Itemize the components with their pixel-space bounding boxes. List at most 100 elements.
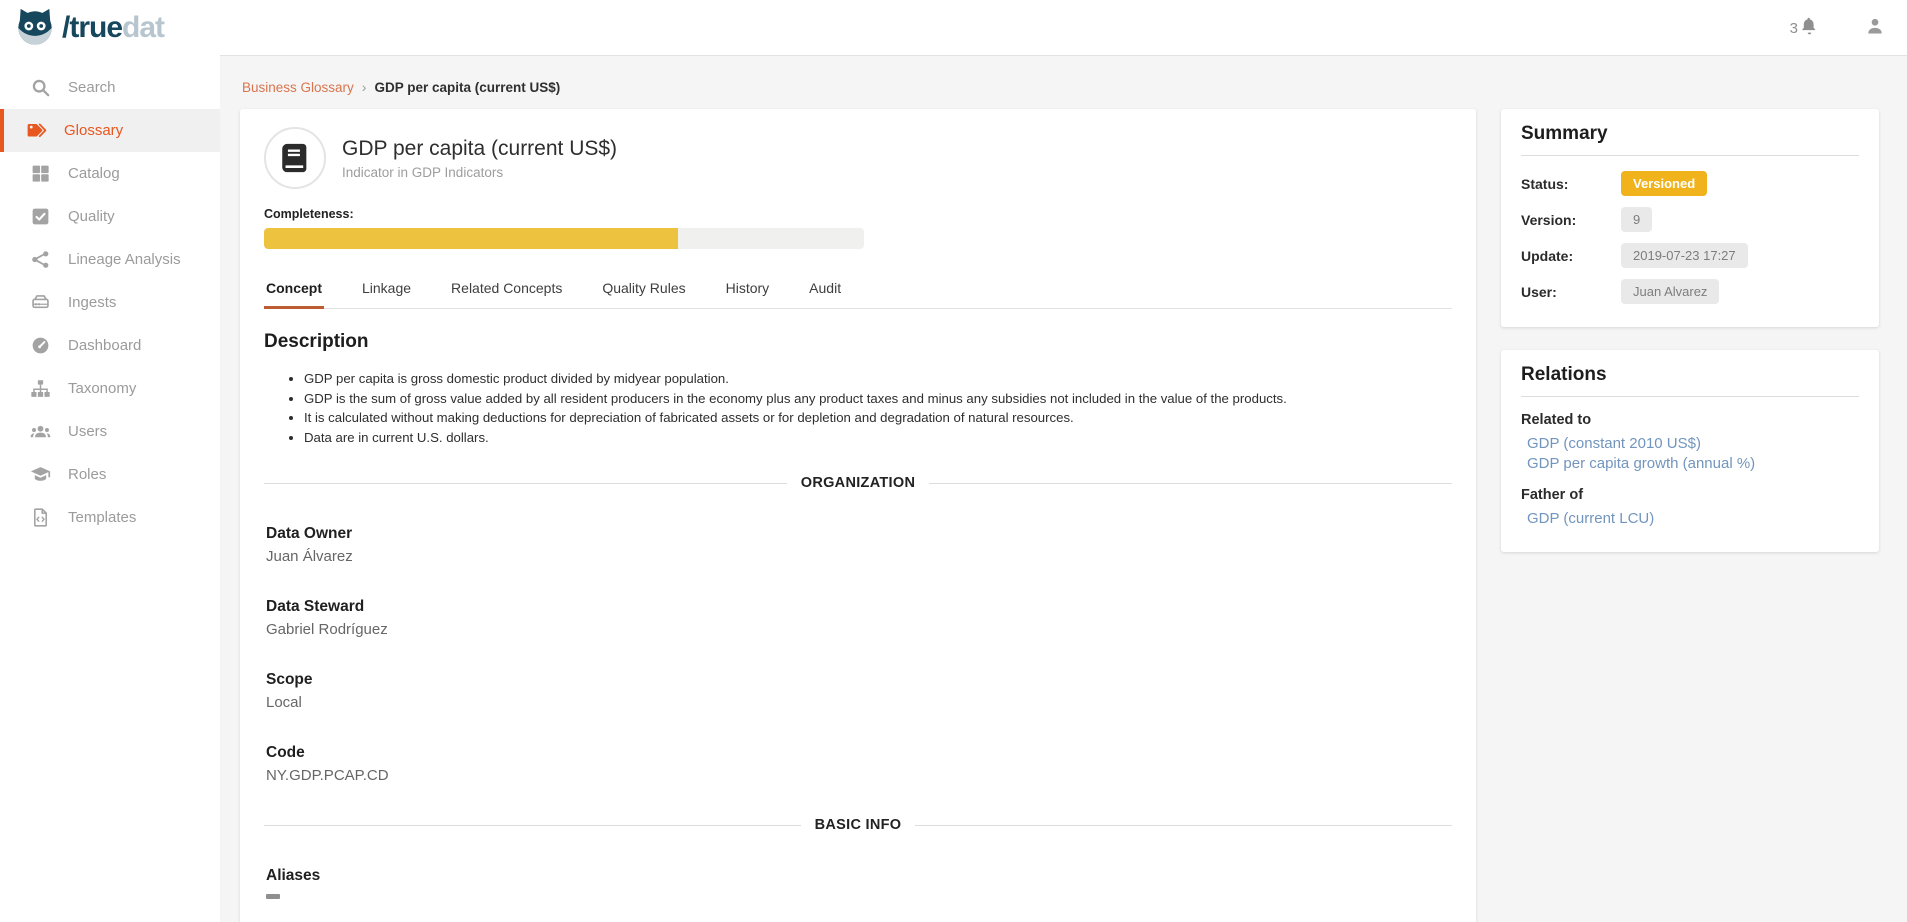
sidebar-item-label: Roles: [68, 466, 106, 483]
field-aliases: Aliases: [266, 867, 1452, 899]
related-concept-link[interactable]: GDP per capita growth (annual %): [1527, 455, 1859, 472]
notifications-button[interactable]: 3: [1790, 17, 1819, 40]
related-concept-link[interactable]: GDP (current LCU): [1527, 510, 1859, 527]
summary-card: Summary Status: Versioned Version: 9 Upd…: [1501, 109, 1879, 327]
sidebar-item-templates[interactable]: Templates: [0, 496, 220, 539]
sitemap-icon: [30, 378, 51, 399]
field-data-steward: Data Steward Gabriel Rodríguez: [266, 598, 1452, 638]
tab-quality-rules[interactable]: Quality Rules: [600, 271, 687, 309]
tab-history[interactable]: History: [724, 271, 772, 309]
status-badge: Versioned: [1621, 171, 1707, 196]
section-heading: ORGANIZATION: [801, 475, 916, 491]
sidebar-item-taxonomy[interactable]: Taxonomy: [0, 367, 220, 410]
sidebar-item-label: Quality: [68, 208, 115, 225]
concept-tabs: Concept Linkage Related Concepts Quality…: [264, 271, 1452, 309]
section-heading: BASIC INFO: [815, 817, 902, 833]
completeness-progress-fill: [264, 228, 678, 249]
sidebar-item-label: Catalog: [68, 165, 120, 182]
sidebar-item-label: Templates: [68, 509, 136, 526]
field-data-owner: Data Owner Juan Álvarez: [266, 525, 1452, 565]
section-divider-basic-info: BASIC INFO: [264, 817, 1452, 833]
sidebar-item-dashboard[interactable]: Dashboard: [0, 324, 220, 367]
concept-subtitle: Indicator in GDP Indicators: [342, 165, 617, 180]
main-content: Business Glossary › GDP per capita (curr…: [220, 57, 1907, 922]
sidebar-item-catalog[interactable]: Catalog: [0, 152, 220, 195]
tab-concept[interactable]: Concept: [264, 271, 324, 309]
field-label: Scope: [266, 671, 1452, 689]
section-divider-organization: ORGANIZATION: [264, 475, 1452, 491]
description-heading: Description: [264, 331, 1452, 353]
sidebar-item-label: Search: [68, 79, 116, 96]
description-bullet: Data are in current U.S. dollars.: [304, 428, 1452, 448]
sidebar-item-glossary[interactable]: Glossary: [0, 109, 220, 152]
check-square-icon: [30, 206, 51, 227]
grid-icon: [30, 163, 51, 184]
relations-group-heading: Related to: [1521, 412, 1859, 428]
book-icon: [278, 141, 312, 175]
file-code-icon: [30, 507, 51, 528]
field-scope: Scope Local: [266, 671, 1452, 711]
relations-title: Relations: [1521, 364, 1859, 397]
breadcrumb-separator: ›: [362, 79, 367, 95]
completeness-label: Completeness:: [264, 207, 1452, 221]
sidebar-item-label: Dashboard: [68, 337, 141, 354]
users-icon: [30, 421, 51, 442]
relations-group-heading: Father of: [1521, 487, 1859, 503]
field-value: Local: [266, 694, 1452, 711]
summary-title: Summary: [1521, 123, 1859, 156]
description-bullet: GDP is the sum of gross value added by a…: [304, 389, 1452, 409]
summary-row-version: Version: 9: [1521, 206, 1859, 233]
sidebar-item-label: Glossary: [64, 122, 123, 139]
completeness-progress-bar: [264, 228, 864, 249]
concept-type-icon: [264, 127, 326, 189]
page-title: GDP per capita (current US$): [342, 137, 617, 161]
user-menu-button[interactable]: [1865, 16, 1885, 41]
tab-audit[interactable]: Audit: [807, 271, 843, 309]
summary-row-status: Status: Versioned: [1521, 170, 1859, 197]
summary-label: Version:: [1521, 212, 1621, 228]
description-list: GDP per capita is gross domestic product…: [304, 369, 1452, 447]
sidebar-item-label: Lineage Analysis: [68, 251, 181, 268]
brand-name: /truedat: [62, 13, 164, 43]
related-concept-link[interactable]: GDP (constant 2010 US$): [1527, 435, 1859, 452]
sidebar-item-lineage-analysis[interactable]: Lineage Analysis: [0, 238, 220, 281]
field-value: NY.GDP.PCAP.CD: [266, 767, 1452, 784]
field-value: Gabriel Rodríguez: [266, 621, 1452, 638]
concept-card: GDP per capita (current US$) Indicator i…: [240, 109, 1476, 922]
server-icon: [30, 292, 51, 313]
field-label: Data Owner: [266, 525, 1452, 543]
user-icon: [1865, 23, 1885, 40]
field-value: Juan Álvarez: [266, 548, 1452, 565]
summary-row-user: User: Juan Alvarez: [1521, 278, 1859, 305]
description-bullet: GDP per capita is gross domestic product…: [304, 369, 1452, 389]
breadcrumb-business-glossary-link[interactable]: Business Glossary: [242, 80, 354, 95]
breadcrumb: Business Glossary › GDP per capita (curr…: [242, 79, 1879, 95]
notification-count: 3: [1790, 20, 1798, 37]
search-icon: [30, 77, 51, 98]
breadcrumb-current: GDP per capita (current US$): [374, 80, 560, 95]
sidebar-item-users[interactable]: Users: [0, 410, 220, 453]
tab-related-concepts[interactable]: Related Concepts: [449, 271, 564, 309]
summary-label: User:: [1521, 284, 1621, 300]
bell-icon: [1800, 17, 1819, 40]
brand-name-primary: /true: [62, 11, 122, 44]
empty-value-dash: [266, 894, 280, 899]
field-code: Code NY.GDP.PCAP.CD: [266, 744, 1452, 784]
field-label: Code: [266, 744, 1452, 762]
owl-logo-icon: [14, 5, 56, 52]
graduation-cap-icon: [30, 464, 51, 485]
description-bullet: It is calculated without making deductio…: [304, 408, 1452, 428]
sidebar-item-search[interactable]: Search: [0, 66, 220, 109]
sidebar-item-ingests[interactable]: Ingests: [0, 281, 220, 324]
summary-row-update: Update: 2019-07-23 17:27: [1521, 242, 1859, 269]
tag-icon: [26, 120, 47, 141]
sidebar-item-roles[interactable]: Roles: [0, 453, 220, 496]
summary-label: Status:: [1521, 176, 1621, 192]
sidebar: Search Glossary Catalog Quality Lineage …: [0, 56, 220, 922]
sidebar-item-label: Users: [68, 423, 107, 440]
share-icon: [30, 249, 51, 270]
relations-card: Relations Related to GDP (constant 2010 …: [1501, 350, 1879, 552]
app-logo[interactable]: /truedat: [14, 5, 164, 52]
sidebar-item-quality[interactable]: Quality: [0, 195, 220, 238]
tab-linkage[interactable]: Linkage: [360, 271, 413, 309]
